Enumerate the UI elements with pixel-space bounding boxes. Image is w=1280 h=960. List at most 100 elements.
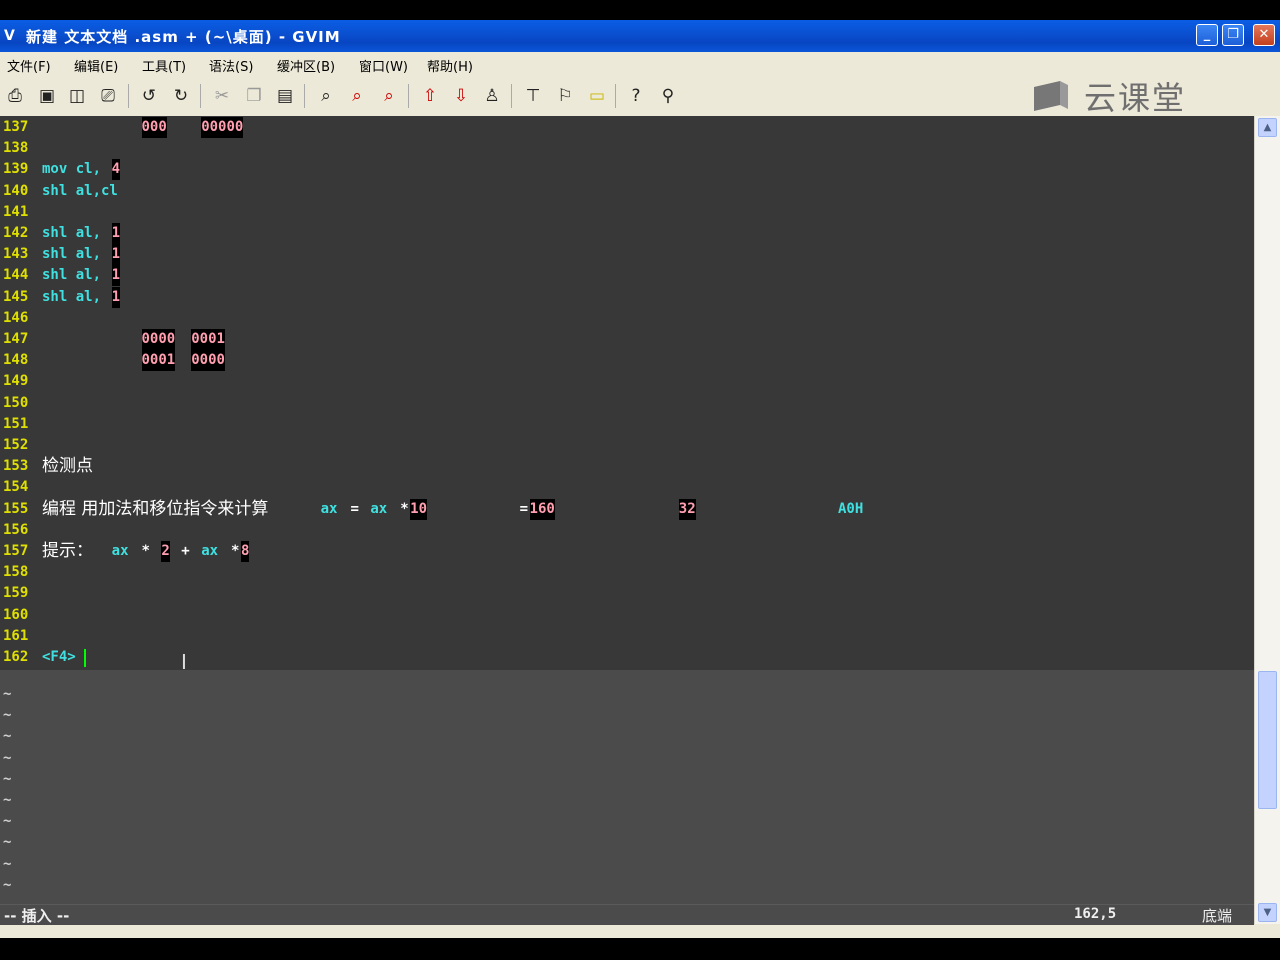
toolbar: ⎙ ▣ ◫ ⎚ ↺ ↻ ✂ ❐ ▤ ⌕ ⌕ ⌕ ⇧ ⇩ ♙ ⊤ ⚐ ▭ ? ⚲ [0,76,1280,117]
jump-tag-icon[interactable]: ▭ [585,84,609,108]
print-icon[interactable]: ⎚ [96,84,120,108]
code-token: 1 [111,286,121,308]
make-icon[interactable]: ⊤ [521,84,545,108]
close-button[interactable]: ✕ [1253,24,1275,46]
code-token: 160 [529,498,555,520]
load-session-icon[interactable]: ⇧ [418,84,442,108]
empty-line-marker: ~ [3,876,12,893]
run-ctags-icon[interactable]: ⚐ [553,84,577,108]
maximize-button[interactable]: ❐ [1222,24,1244,46]
line-number: 156 [3,521,29,538]
code-token: shl al, [42,225,102,241]
menu-tools[interactable]: 工具(T) [142,56,186,75]
mouse-ibeam-cursor: I [181,650,187,674]
code-token: 提示： [42,541,93,561]
empty-line-marker: ~ [3,834,12,851]
line-number: 155 [3,500,29,517]
vertical-scrollbar[interactable]: ▲ ▼ [1254,116,1280,924]
help-icon[interactable]: ? [624,84,648,108]
code-token: 8 [241,541,250,562]
screen-bottom-border [0,938,1280,960]
paste-icon[interactable]: ▤ [273,84,297,108]
code-token: * [400,500,409,517]
empty-buffer-area [0,670,1254,904]
code-token: <F4> [42,649,76,665]
code-token: A0H [838,500,864,517]
cloud-classroom-logo-icon [1030,79,1070,113]
line-number: 148 [3,352,29,369]
line-number: 138 [3,140,29,157]
gvim-icon: V [4,28,15,44]
window-title: 新建 文本文档 .asm + (~\桌面) - GVIM [26,28,341,46]
menu-syntax[interactable]: 语法(S) [209,56,253,75]
find-help-icon[interactable]: ⚲ [656,84,680,108]
code-token: + [181,543,190,559]
toolbar-separator [408,84,409,108]
menu-edit[interactable]: 编辑(E) [74,56,118,75]
toolbar-separator [615,84,616,108]
empty-line-marker: ~ [3,792,12,808]
scrollbar-thumb[interactable] [1258,671,1277,809]
run-script-icon[interactable]: ♙ [480,84,504,108]
status-line: -- 插入 -- 162,5 底端 [0,904,1254,925]
code-token: ax [111,543,129,559]
empty-line-marker: ~ [3,813,12,830]
find-prev-icon[interactable]: ⌕ [377,84,401,108]
scroll-down-arrow-icon[interactable]: ▼ [1258,903,1277,922]
code-token: 0000 [191,350,225,372]
scroll-up-arrow-icon[interactable]: ▲ [1258,118,1277,137]
save-session-icon[interactable]: ⇩ [449,84,473,108]
toolbar-separator [200,84,201,108]
scroll-position: 底端 [1202,907,1233,925]
undo-icon[interactable]: ↺ [137,84,161,108]
line-number: 152 [3,437,29,453]
cursor-position: 162,5 [1074,906,1117,922]
redo-icon[interactable]: ↻ [169,84,193,108]
line-number: 150 [3,394,29,411]
open-icon[interactable]: ⎙ [3,84,27,108]
menu-buffers[interactable]: 缓冲区(B) [277,56,335,75]
code-token: 0001 [191,329,225,350]
line-number: 160 [3,606,29,623]
toolbar-separator [128,84,129,108]
empty-line-marker: ~ [3,749,12,766]
cut-icon[interactable]: ✂ [210,84,234,108]
toolbar-separator [511,84,512,108]
empty-line-marker: ~ [3,728,12,745]
code-token: shl al, [42,288,102,305]
code-token: 0001 [141,350,176,372]
menu-file[interactable]: 文件(F) [7,56,51,75]
find-next-icon[interactable]: ⌕ [345,84,369,108]
empty-line-marker: ~ [3,707,12,724]
menu-help[interactable]: 帮助(H) [427,56,473,75]
editor-text-area[interactable]: I 137 000 00000 138 139 mov cl, 4 140 shl al,cl 1… [0,116,1254,904]
watermark-logo: 云课堂 [1030,78,1186,117]
find-replace-icon[interactable]: ⌕ [314,84,338,108]
code-token: = [350,500,359,517]
menu-window[interactable]: 窗口(W) [359,56,408,75]
empty-line-marker: ~ [3,855,12,872]
line-number: 159 [3,585,29,602]
empty-line-marker: ~ [3,770,12,787]
copy-icon[interactable]: ❐ [242,84,266,108]
watermark-text: 云课堂 [1084,79,1187,117]
line-number: 158 [3,564,29,581]
line-number: 143 [3,246,29,263]
save-icon[interactable]: ▣ [35,84,59,108]
title-bar[interactable]: V 新建 文本文档 .asm + (~\桌面) - GVIM _ ❐ ✕ [0,20,1280,52]
line-number: 141 [3,203,29,220]
code-token: 2 [161,541,170,562]
line-number: 151 [3,415,29,432]
code-token: ax [370,500,388,517]
code-token: * [231,543,240,559]
code-token: 1 [111,244,121,266]
text-cursor [83,649,86,667]
code-token: mov cl, [42,161,102,178]
code-token: 检测点 [42,456,93,477]
line-number: 147 [3,331,29,347]
save-all-icon[interactable]: ◫ [65,84,89,108]
minimize-button[interactable]: _ [1196,24,1218,46]
code-token: shl al, [42,267,102,284]
code-token: * [141,543,150,559]
line-number: 153 [3,458,29,475]
